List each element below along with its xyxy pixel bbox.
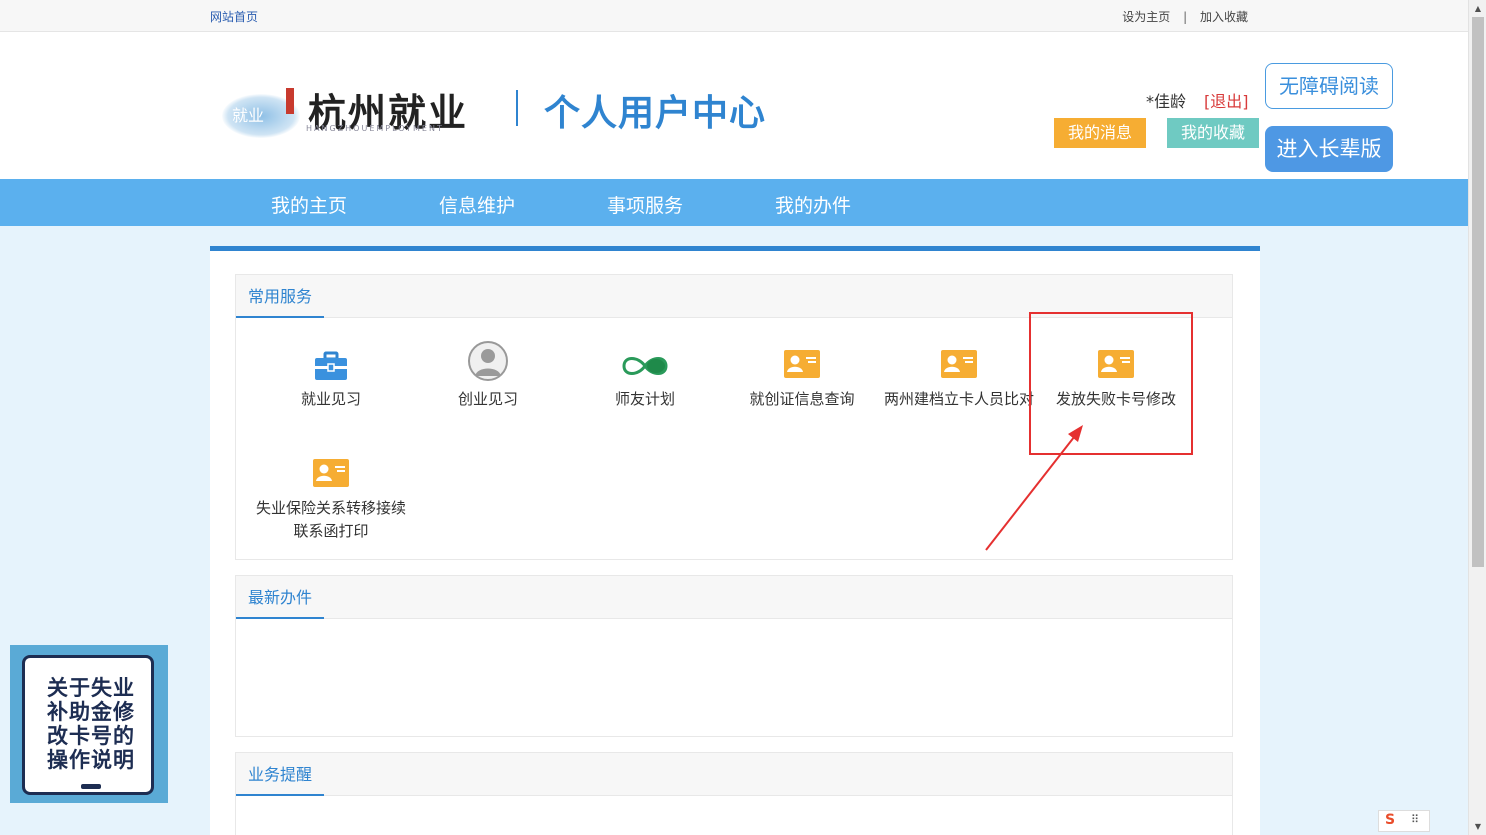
latest-cases-title: 最新办件 xyxy=(236,576,325,619)
logo-badge: 就业 xyxy=(232,106,265,125)
service-startup-internship[interactable]: 创业见习 xyxy=(410,341,566,411)
my-messages-button[interactable]: 我的消息 xyxy=(1054,118,1146,148)
red-arrow-icon xyxy=(985,425,1083,551)
panel-header: 业务提醒 xyxy=(236,753,1232,796)
sogou-icon: S xyxy=(1385,812,1396,828)
scroll-thumb[interactable] xyxy=(1472,17,1484,567)
user-name: *佳龄 xyxy=(1146,92,1187,111)
add-favorite-link[interactable]: 加入收藏 xyxy=(1200,10,1248,24)
service-mentor-plan[interactable]: 师友计划 xyxy=(567,350,723,411)
panel-header: 最新办件 xyxy=(236,576,1232,619)
person-avatar-icon xyxy=(467,340,509,382)
logo-subtext: HANGZHOUEMPLOYMENT xyxy=(306,124,444,133)
main-nav: 我的主页 信息维护 事项服务 我的办件 xyxy=(0,179,1468,226)
title-divider xyxy=(516,90,518,126)
id-card-icon xyxy=(784,350,820,382)
logout-link[interactable]: [退出] xyxy=(1204,88,1249,112)
service-certificate-query[interactable]: 就创证信息查询 xyxy=(724,350,880,411)
infinity-icon xyxy=(620,350,670,382)
scroll-down-icon[interactable]: ▼ xyxy=(1469,818,1486,835)
id-card-icon xyxy=(941,350,977,382)
service-insurance-transfer[interactable]: 失业保险关系转移接续 联系函打印 xyxy=(253,459,409,543)
service-job-internship[interactable]: 就业见习 xyxy=(253,350,409,411)
my-favorites-button[interactable]: 我的收藏 xyxy=(1167,118,1259,148)
scroll-up-icon[interactable]: ▲ xyxy=(1469,0,1486,17)
site-home-link[interactable]: 网站首页 xyxy=(210,8,258,25)
tablet-icon: 关于失业补助金修改卡号的操作说明 xyxy=(22,655,154,795)
elder-version-button[interactable]: 进入长辈版 xyxy=(1265,126,1393,172)
nav-item-home[interactable]: 我的主页 xyxy=(271,191,347,218)
top-bar-right: 设为主页 | 加入收藏 xyxy=(1122,8,1248,25)
unemployment-subsidy-guide-ad[interactable]: 关于失业补助金修改卡号的操作说明 xyxy=(10,645,168,803)
latest-cases-panel: 最新办件 xyxy=(235,575,1233,737)
logo-seal-icon xyxy=(286,88,294,114)
header: 就业 杭州就业 HANGZHOUEMPLOYMENT 个人用户中心 *佳龄 [退… xyxy=(0,32,1468,179)
vertical-scrollbar[interactable]: ▲ ▼ xyxy=(1468,0,1486,835)
ime-menu-icon[interactable]: ⠿ xyxy=(1411,813,1419,826)
page-title: 个人用户中心 xyxy=(544,92,767,133)
service-archive-compare[interactable]: 两州建档立卡人员比对 xyxy=(881,350,1037,411)
business-reminder-title: 业务提醒 xyxy=(236,753,325,796)
common-services-title: 常用服务 xyxy=(236,275,325,318)
id-card-icon xyxy=(313,459,349,491)
set-home-link[interactable]: 设为主页 xyxy=(1122,10,1170,24)
divider: | xyxy=(1183,10,1188,24)
briefcase-icon xyxy=(313,350,349,382)
ad-text: 关于失业补助金修改卡号的操作说明 xyxy=(47,676,135,772)
nav-item-my-cases[interactable]: 我的办件 xyxy=(775,191,851,218)
hangzhou-employment-logo[interactable]: 就业 杭州就业 HANGZHOUEMPLOYMENT xyxy=(222,82,494,166)
accessible-reading-button[interactable]: 无障碍阅读 xyxy=(1265,63,1393,109)
nav-item-info[interactable]: 信息维护 xyxy=(439,191,515,218)
top-bar: 网站首页 设为主页 | 加入收藏 xyxy=(0,0,1468,32)
tablet-home-bar xyxy=(81,784,101,789)
business-reminder-panel: 业务提醒 xyxy=(235,752,1233,835)
ime-toolbar[interactable]: S ⠿ xyxy=(1378,810,1430,832)
nav-item-services[interactable]: 事项服务 xyxy=(607,191,683,218)
